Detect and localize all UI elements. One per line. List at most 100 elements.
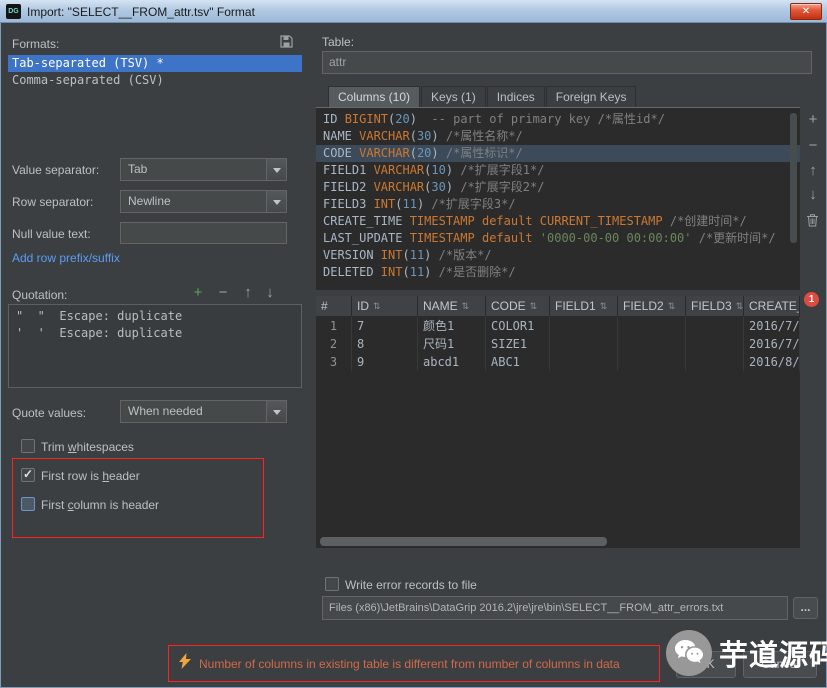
- quotation-item[interactable]: " " Escape: duplicate: [9, 308, 301, 325]
- grid-cell[interactable]: [686, 353, 744, 371]
- grid-cell[interactable]: 2016/8/: [744, 353, 800, 371]
- chevron-down-icon[interactable]: [266, 401, 286, 422]
- ddl-line[interactable]: FIELD1 VARCHAR(10) /*扩展字段1*/: [316, 162, 800, 179]
- trim-checkbox[interactable]: [21, 439, 35, 453]
- format-option[interactable]: Comma-separated (CSV): [8, 72, 302, 89]
- grid-cell[interactable]: [550, 353, 618, 371]
- chevron-down-icon[interactable]: [266, 159, 286, 180]
- sort-icon[interactable]: ⇅: [736, 301, 743, 312]
- column-header[interactable]: CREATE_⇅: [744, 296, 800, 316]
- window-title: Import: "SELECT__FROM_attr.tsv" Format: [27, 5, 255, 19]
- null-value-input[interactable]: [120, 222, 287, 244]
- add-prefix-link[interactable]: Add row prefix/suffix: [12, 251, 120, 265]
- remove-quotation-icon[interactable]: −: [214, 285, 232, 302]
- sort-icon[interactable]: ⇅: [462, 301, 470, 312]
- ddl-line[interactable]: DELETED INT(11) /*是否删除*/: [316, 264, 800, 281]
- ddl-line[interactable]: CREATE_TIME TIMESTAMP default CURRENT_TI…: [316, 213, 800, 230]
- row-separator-label: Row separator:: [12, 195, 94, 209]
- write-errors-checkbox[interactable]: [325, 577, 339, 591]
- column-header-label: ID: [357, 299, 369, 313]
- column-header[interactable]: CODE ⇅: [486, 296, 550, 316]
- column-header[interactable]: NAME ⇅: [418, 296, 486, 316]
- table-row[interactable]: 2 8 尺码1 SIZE1 2016/7/: [316, 335, 800, 353]
- grid-cell[interactable]: 颜色1: [418, 317, 486, 335]
- grid-cell[interactable]: abcd1: [418, 353, 486, 371]
- grid-cell[interactable]: [686, 335, 744, 353]
- sort-icon[interactable]: ⇅: [373, 301, 381, 312]
- save-format-icon[interactable]: [279, 34, 294, 54]
- grid-cell[interactable]: [550, 335, 618, 353]
- column-header[interactable]: ID ⇅: [352, 296, 418, 316]
- move-down-icon[interactable]: ↓: [261, 285, 279, 302]
- remove-column-icon[interactable]: −: [804, 138, 822, 155]
- value-separator-label: Value separator:: [12, 163, 100, 177]
- row-number[interactable]: 3: [316, 353, 352, 371]
- sort-icon[interactable]: ⇅: [600, 301, 608, 312]
- tab-keys-1[interactable]: Keys (1): [421, 86, 486, 107]
- column-header[interactable]: #: [316, 296, 352, 316]
- grid-cell[interactable]: [618, 317, 686, 335]
- delete-column-icon[interactable]: [806, 213, 819, 232]
- grid-cell[interactable]: 9: [352, 353, 418, 371]
- h-scroll-thumb[interactable]: [320, 537, 607, 546]
- move-up-icon[interactable]: ↑: [239, 285, 257, 302]
- error-path-field[interactable]: Files (x86)\JetBrains\DataGrip 2016.2\jr…: [322, 596, 788, 620]
- grid-cell[interactable]: COLOR1: [486, 317, 550, 335]
- first-col-checkbox[interactable]: [21, 497, 35, 511]
- grid-cell[interactable]: [686, 317, 744, 335]
- app-icon: DG: [6, 4, 21, 19]
- sort-icon[interactable]: ⇅: [668, 301, 676, 312]
- first-row-checkbox[interactable]: [21, 467, 35, 482]
- add-column-icon[interactable]: +: [804, 112, 822, 129]
- table-row[interactable]: 3 9 abcd1 ABC1 2016/8/: [316, 353, 800, 371]
- ddl-line[interactable]: LAST_UPDATE TIMESTAMP default '0000-00-0…: [316, 230, 800, 247]
- tab-foreign-keys[interactable]: Foreign Keys: [545, 86, 637, 107]
- ddl-line[interactable]: NAME VARCHAR(30) /*属性名称*/: [316, 128, 800, 145]
- grid-cell[interactable]: 7: [352, 317, 418, 335]
- quotation-item[interactable]: ' ' Escape: duplicate: [9, 325, 301, 342]
- row-separator-combo[interactable]: Newline: [120, 190, 287, 213]
- quote-values-combo[interactable]: When needed: [120, 400, 287, 423]
- tab-columns-10[interactable]: Columns (10): [328, 86, 421, 107]
- ddl-line[interactable]: CODE VARCHAR(20) /*属性标识*/: [316, 145, 800, 162]
- quotation-label: Quotation:: [12, 288, 68, 302]
- value-separator-combo[interactable]: Tab: [120, 158, 287, 181]
- column-header[interactable]: FIELD3 ⇅: [686, 296, 744, 316]
- grid-cell[interactable]: [550, 317, 618, 335]
- column-header[interactable]: FIELD2 ⇅: [618, 296, 686, 316]
- quotation-list: " " Escape: duplicate ' ' Escape: duplica…: [8, 304, 302, 388]
- column-header-label: FIELD3: [691, 299, 732, 313]
- add-quotation-icon[interactable]: +: [189, 285, 207, 302]
- grid-cell[interactable]: 8: [352, 335, 418, 353]
- close-button[interactable]: ✕: [790, 3, 822, 20]
- column-header[interactable]: FIELD1 ⇅: [550, 296, 618, 316]
- column-header-label: FIELD2: [623, 299, 664, 313]
- grid-cell[interactable]: [618, 353, 686, 371]
- grid-cell[interactable]: ABC1: [486, 353, 550, 371]
- row-number[interactable]: 2: [316, 335, 352, 353]
- table-name-field[interactable]: attr: [322, 51, 812, 74]
- grid-cell[interactable]: 2016/7/: [744, 335, 800, 353]
- grid-cell[interactable]: [618, 335, 686, 353]
- grid-cell[interactable]: SIZE1: [486, 335, 550, 353]
- sort-icon[interactable]: ⇅: [530, 301, 538, 312]
- grid-cell[interactable]: 尺码1: [418, 335, 486, 353]
- table-row[interactable]: 1 7 颜色1 COLOR1 2016/7/: [316, 317, 800, 335]
- row-separator-value: Newline: [128, 194, 171, 208]
- ddl-line[interactable]: ID BIGINT(20) -- part of primary key /*属…: [316, 111, 800, 128]
- tab-indices[interactable]: Indices: [486, 86, 545, 107]
- chevron-down-icon[interactable]: [266, 191, 286, 212]
- editor-scrollbar[interactable]: [790, 113, 797, 243]
- write-errors-label: Write error records to file: [345, 578, 477, 592]
- ddl-line[interactable]: FIELD3 INT(11) /*扩展字段3*/: [316, 196, 800, 213]
- ddl-line[interactable]: VERSION INT(11) /*版本*/: [316, 247, 800, 264]
- grid-cell[interactable]: 2016/7/: [744, 317, 800, 335]
- move-column-down-icon[interactable]: ↓: [804, 187, 822, 204]
- h-scrollbar[interactable]: [318, 537, 798, 546]
- browse-button[interactable]: ...: [793, 597, 818, 619]
- row-number[interactable]: 1: [316, 317, 352, 335]
- ddl-line[interactable]: FIELD2 VARCHAR(30) /*扩展字段2*/: [316, 179, 800, 196]
- move-column-up-icon[interactable]: ↑: [804, 163, 822, 180]
- grid-header: # ID ⇅ NAME ⇅ CODE ⇅ FIELD1 ⇅ FIELD2 ⇅ FIELD3 ⇅ CREAT…: [316, 296, 800, 317]
- format-option[interactable]: Tab-separated (TSV) *: [8, 55, 302, 72]
